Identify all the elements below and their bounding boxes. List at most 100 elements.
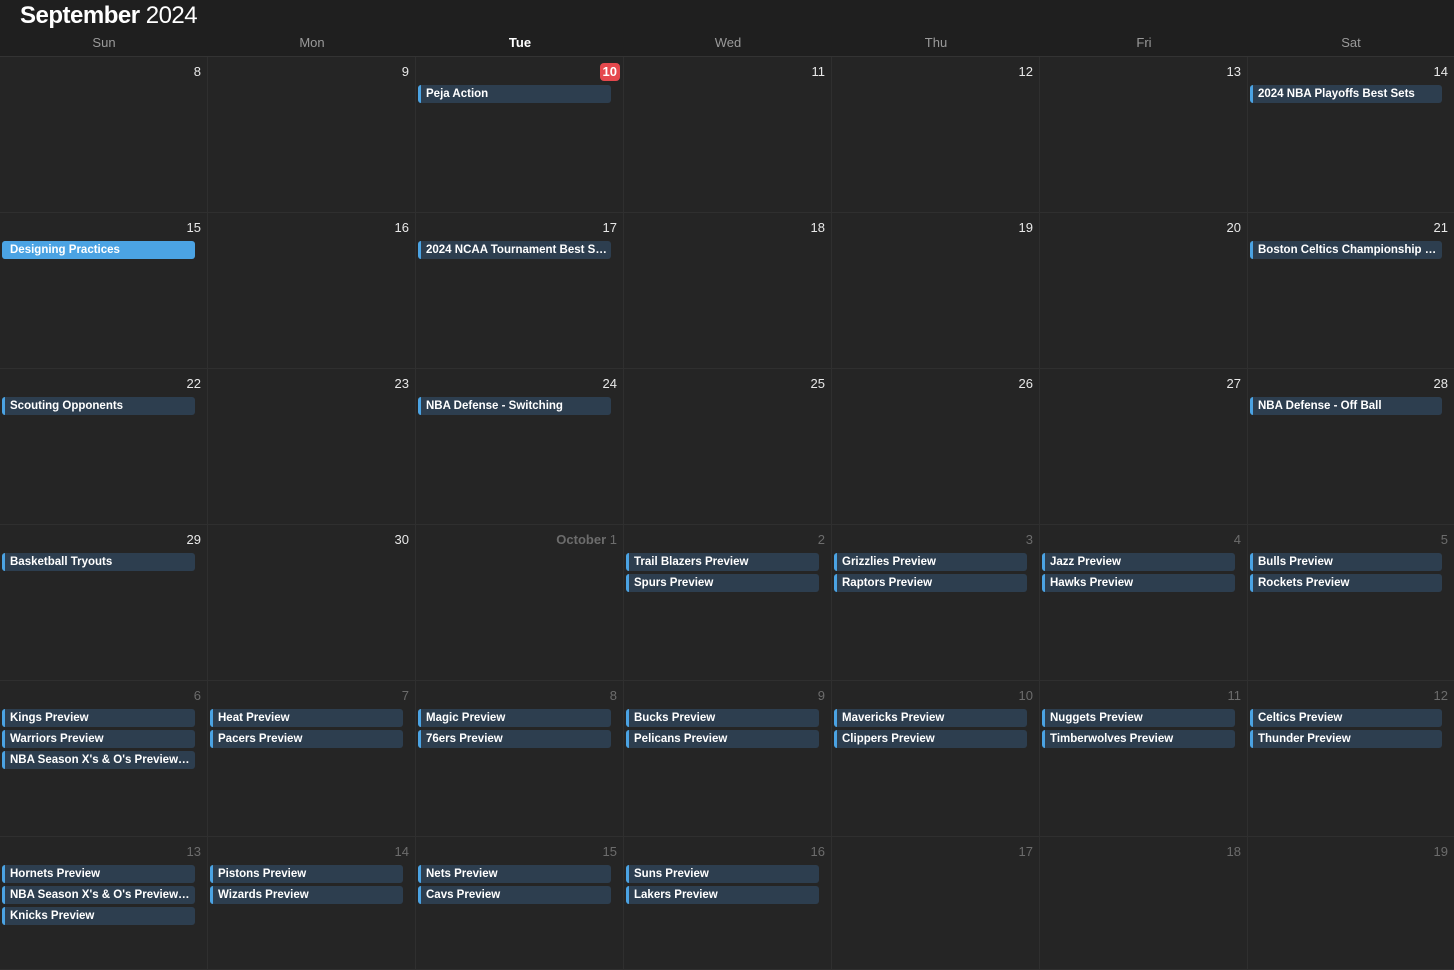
event-chip[interactable]: Jazz Preview: [1042, 553, 1235, 571]
day-cell[interactable]: 12: [832, 57, 1040, 213]
event-chip[interactable]: Wizards Preview: [210, 886, 403, 904]
day-cell[interactable]: 8: [0, 57, 208, 213]
event-chip[interactable]: NBA Defense - Switching: [418, 397, 611, 415]
day-number-value: 1: [609, 532, 617, 547]
event-chip[interactable]: NBA Defense - Off Ball: [1250, 397, 1442, 415]
event-chip[interactable]: Nets Preview: [418, 865, 611, 883]
day-cell[interactable]: 13 Hornets Preview NBA Season X's & O's Pr…: [0, 837, 208, 970]
day-cell[interactable]: 21 Boston Celtics Championship Def...: [1248, 213, 1454, 369]
today-date-badge: 10: [599, 63, 620, 81]
day-cell[interactable]: 19: [832, 213, 1040, 369]
event-chip[interactable]: Scouting Opponents: [2, 397, 195, 415]
event-chip[interactable]: Thunder Preview: [1250, 730, 1442, 748]
event-chip[interactable]: Suns Preview: [626, 865, 819, 883]
weekday-sat: Sat: [1341, 35, 1361, 50]
day-cell[interactable]: 19: [1248, 837, 1454, 970]
event-chip[interactable]: Bulls Preview: [1250, 553, 1442, 571]
event-chip[interactable]: Hawks Preview: [1042, 574, 1235, 592]
day-cell[interactable]: 9: [208, 57, 416, 213]
day-cell[interactable]: 11 Nuggets Preview Timberwolves Preview: [1040, 681, 1248, 837]
event-chip-selected[interactable]: Designing Practices: [2, 241, 195, 259]
day-cell[interactable]: 26: [832, 369, 1040, 525]
weekday-tue: Tue: [508, 35, 532, 50]
day-cell[interactable]: 16 Suns Preview Lakers Preview: [624, 837, 832, 970]
event-chip[interactable]: Pistons Preview: [210, 865, 403, 883]
event-chip[interactable]: NBA Season X's & O's Preview #1: [2, 751, 195, 769]
event-chip[interactable]: Timberwolves Preview: [1042, 730, 1235, 748]
day-cell[interactable]: 9 Bucks Preview Pelicans Preview: [624, 681, 832, 837]
day-cell[interactable]: 3 Grizzlies Preview Raptors Preview: [832, 525, 1040, 681]
event-chip[interactable]: 2024 NCAA Tournament Best Sets: [418, 241, 611, 259]
day-number: 8: [609, 688, 617, 703]
event-chip[interactable]: Peja Action: [418, 85, 611, 103]
event-chip[interactable]: Spurs Preview: [626, 574, 819, 592]
day-number: 19: [1018, 220, 1033, 235]
event-chip[interactable]: Nuggets Preview: [1042, 709, 1235, 727]
day-cell[interactable]: 10 Mavericks Preview Clippers Preview: [832, 681, 1040, 837]
event-chip[interactable]: Heat Preview: [210, 709, 403, 727]
day-cell[interactable]: 17: [832, 837, 1040, 970]
event-chip[interactable]: Boston Celtics Championship Def...: [1250, 241, 1442, 259]
day-cell[interactable]: 24 NBA Defense - Switching: [416, 369, 624, 525]
event-list: Hornets Preview NBA Season X's & O's Prev…: [2, 865, 195, 925]
day-cell[interactable]: 7 Heat Preview Pacers Preview: [208, 681, 416, 837]
event-chip[interactable]: Lakers Preview: [626, 886, 819, 904]
event-chip[interactable]: Rockets Preview: [1250, 574, 1442, 592]
event-chip[interactable]: Grizzlies Preview: [834, 553, 1027, 571]
event-chip[interactable]: 76ers Preview: [418, 730, 611, 748]
day-cell[interactable]: 28 NBA Defense - Off Ball: [1248, 369, 1454, 525]
event-chip[interactable]: Mavericks Preview: [834, 709, 1027, 727]
day-cell[interactable]: 15 Designing Practices: [0, 213, 208, 369]
day-cell[interactable]: 4 Jazz Preview Hawks Preview: [1040, 525, 1248, 681]
event-chip[interactable]: Kings Preview: [2, 709, 195, 727]
event-chip[interactable]: Pacers Preview: [210, 730, 403, 748]
day-cell[interactable]: 30: [208, 525, 416, 681]
day-number: 9: [401, 64, 409, 79]
event-chip[interactable]: Clippers Preview: [834, 730, 1027, 748]
event-chip[interactable]: Trail Blazers Preview: [626, 553, 819, 571]
day-number: 18: [1226, 844, 1241, 859]
event-chip[interactable]: Hornets Preview: [2, 865, 195, 883]
event-chip[interactable]: NBA Season X's & O's Preview #2: [2, 886, 195, 904]
day-number: 22: [186, 376, 201, 391]
day-cell[interactable]: 5 Bulls Preview Rockets Preview: [1248, 525, 1454, 681]
day-cell[interactable]: 22 Scouting Opponents: [0, 369, 208, 525]
event-chip[interactable]: Pelicans Preview: [626, 730, 819, 748]
day-cell[interactable]: 14 2024 NBA Playoffs Best Sets: [1248, 57, 1454, 213]
day-cell[interactable]: 15 Nets Preview Cavs Preview: [416, 837, 624, 970]
day-cell[interactable]: 16: [208, 213, 416, 369]
event-list: Bulls Preview Rockets Preview: [1250, 553, 1442, 592]
day-number: 3: [1025, 532, 1033, 547]
event-chip[interactable]: Cavs Preview: [418, 886, 611, 904]
day-cell[interactable]: 18: [1040, 837, 1248, 970]
day-number: 9: [817, 688, 825, 703]
event-chip[interactable]: Magic Preview: [418, 709, 611, 727]
day-number: 29: [186, 532, 201, 547]
day-cell[interactable]: 13: [1040, 57, 1248, 213]
day-cell[interactable]: 18: [624, 213, 832, 369]
day-cell[interactable]: 8 Magic Preview 76ers Preview: [416, 681, 624, 837]
day-number: 15: [186, 220, 201, 235]
day-number: 24: [602, 376, 617, 391]
event-chip[interactable]: 2024 NBA Playoffs Best Sets: [1250, 85, 1442, 103]
event-chip[interactable]: Bucks Preview: [626, 709, 819, 727]
day-cell[interactable]: 25: [624, 369, 832, 525]
day-cell[interactable]: 23: [208, 369, 416, 525]
day-cell[interactable]: 11: [624, 57, 832, 213]
day-cell[interactable]: 14 Pistons Preview Wizards Preview: [208, 837, 416, 970]
event-chip[interactable]: Knicks Preview: [2, 907, 195, 925]
event-chip[interactable]: Warriors Preview: [2, 730, 195, 748]
day-cell[interactable]: 27: [1040, 369, 1248, 525]
day-cell[interactable]: 12 Celtics Preview Thunder Preview: [1248, 681, 1454, 837]
day-cell[interactable]: 20: [1040, 213, 1248, 369]
weekday-fri: Fri: [1136, 35, 1152, 50]
day-cell[interactable]: October 1: [416, 525, 624, 681]
day-cell[interactable]: 29 Basketball Tryouts: [0, 525, 208, 681]
day-cell[interactable]: 6 Kings Preview Warriors Preview NBA Season…: [0, 681, 208, 837]
event-chip[interactable]: Celtics Preview: [1250, 709, 1442, 727]
event-chip[interactable]: Raptors Preview: [834, 574, 1027, 592]
day-cell[interactable]: 17 2024 NCAA Tournament Best Sets: [416, 213, 624, 369]
event-chip[interactable]: Basketball Tryouts: [2, 553, 195, 571]
day-cell[interactable]: 2 Trail Blazers Preview Spurs Preview: [624, 525, 832, 681]
day-cell[interactable]: 10 Peja Action: [416, 57, 624, 213]
